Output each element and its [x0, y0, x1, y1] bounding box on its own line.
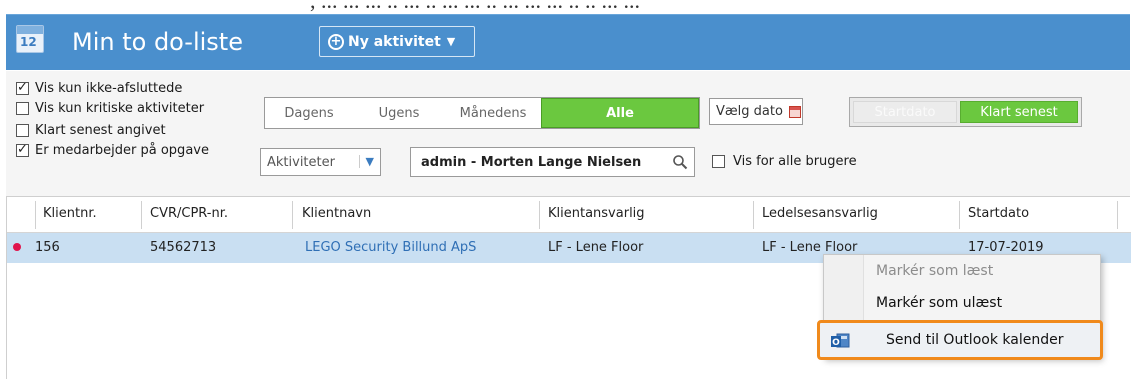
column-header[interactable]: Klientnr. [43, 206, 97, 221]
column-header[interactable]: Klientansvarlig [548, 206, 645, 221]
new-activity-button[interactable]: + Ny aktivitet ▼ [319, 26, 475, 57]
filter-panel: Vis kun ikke-afsluttede Vis kun kritiske… [6, 71, 1130, 197]
app-header: 12 Min to do-liste + Ny aktivitet ▼ [6, 14, 1130, 70]
column-header[interactable]: Ledelsesansvarlig [762, 206, 878, 221]
page-title: Min to do-liste [72, 28, 243, 56]
checkbox-label: Vis kun ikke-afsluttede [35, 81, 183, 96]
activity-type-value: Aktiviteter [267, 154, 335, 170]
choose-date-label: Vælg dato [716, 104, 783, 119]
chevron-down-icon: ▼ [358, 155, 374, 168]
menu-item-mark-unread[interactable]: Markér som ulæst [876, 295, 1002, 311]
column-header[interactable]: CVR/CPR-nr. [150, 206, 228, 221]
outlook-icon: O [831, 333, 850, 348]
tab-week[interactable]: Ugens [353, 98, 445, 128]
choose-date-button[interactable]: Vælg dato [709, 98, 803, 125]
checkbox[interactable] [16, 142, 29, 157]
column-header[interactable]: Klientnavn [302, 206, 371, 221]
new-activity-label: Ny aktivitet [348, 33, 441, 50]
user-search-value: admin - Morten Lange Nielsen [421, 154, 642, 170]
unread-indicator-icon [13, 243, 21, 251]
calendar-icon: 12 [16, 25, 44, 53]
caption-fragment: , ... ... ... .. ... .. ... ... .. ... .… [0, 0, 1133, 14]
user-search-field[interactable]: admin - Morten Lange Nielsen [410, 147, 695, 177]
checkbox-label: Er medarbejder på opgave [35, 143, 209, 158]
cell-cvr: 54562713 [150, 240, 217, 255]
calendar-icon-number: 12 [20, 35, 37, 49]
checkbox[interactable] [16, 80, 29, 95]
filter-checkbox-critical[interactable]: Vis kun kritiske aktiviteter [16, 101, 204, 116]
menu-item-send-to-outlook[interactable]: O Send til Outlook kalender [817, 320, 1103, 360]
checkbox[interactable] [712, 155, 725, 168]
menu-item-label: Send til Outlook kalender [886, 332, 1064, 348]
checkbox[interactable] [16, 102, 29, 115]
calendar-small-icon [788, 105, 801, 118]
plus-icon: + [328, 33, 344, 50]
filter-checkbox-employee-on-task[interactable]: Er medarbejder på opgave [16, 142, 209, 158]
show-all-users-option[interactable]: Vis for alle brugere [712, 154, 857, 169]
tab-all[interactable]: Alle [541, 98, 699, 128]
column-header[interactable]: Startdato [968, 206, 1029, 221]
cell-management-responsible: LF - Lene Floor [762, 240, 858, 255]
client-name-link[interactable]: LEGO Security Billund ApS [305, 240, 476, 255]
cell-start-date: 17-07-2019 [968, 240, 1044, 255]
tab-today[interactable]: Dagens [265, 98, 353, 128]
caption-text: , ... ... ... .. ... .. ... ... .. ... .… [310, 0, 640, 13]
table-header: Klientnr. CVR/CPR-nr. Klientnavn Klienta… [7, 197, 1131, 233]
tab-month[interactable]: Månedens [445, 98, 541, 128]
cell-klientnr: 156 [35, 240, 60, 255]
chevron-down-icon: ▼ [446, 35, 456, 48]
date-type-toggle: Startdato Klart senest [849, 97, 1082, 127]
filter-checkbox-deadline-set[interactable]: Klart senest angivet [16, 123, 166, 138]
checkbox-label: Klart senest angivet [35, 123, 166, 138]
menu-item-mark-read[interactable]: Markér som læst [876, 263, 993, 279]
cell-client-responsible: LF - Lene Floor [548, 240, 644, 255]
show-all-users-label: Vis for alle brugere [733, 154, 857, 169]
search-icon[interactable] [672, 154, 688, 170]
toggle-start-date[interactable]: Startdato [853, 101, 957, 123]
toggle-deadline[interactable]: Klart senest [960, 101, 1078, 123]
checkbox-label: Vis kun kritiske aktiviteter [35, 101, 205, 116]
svg-text:O: O [832, 338, 840, 348]
activity-type-select[interactable]: Aktiviteter ▼ [260, 148, 381, 176]
checkbox[interactable] [16, 124, 29, 137]
filter-checkbox-not-finished[interactable]: Vis kun ikke-afsluttede [16, 80, 183, 96]
period-selector: Dagens Ugens Månedens Alle [264, 97, 700, 129]
